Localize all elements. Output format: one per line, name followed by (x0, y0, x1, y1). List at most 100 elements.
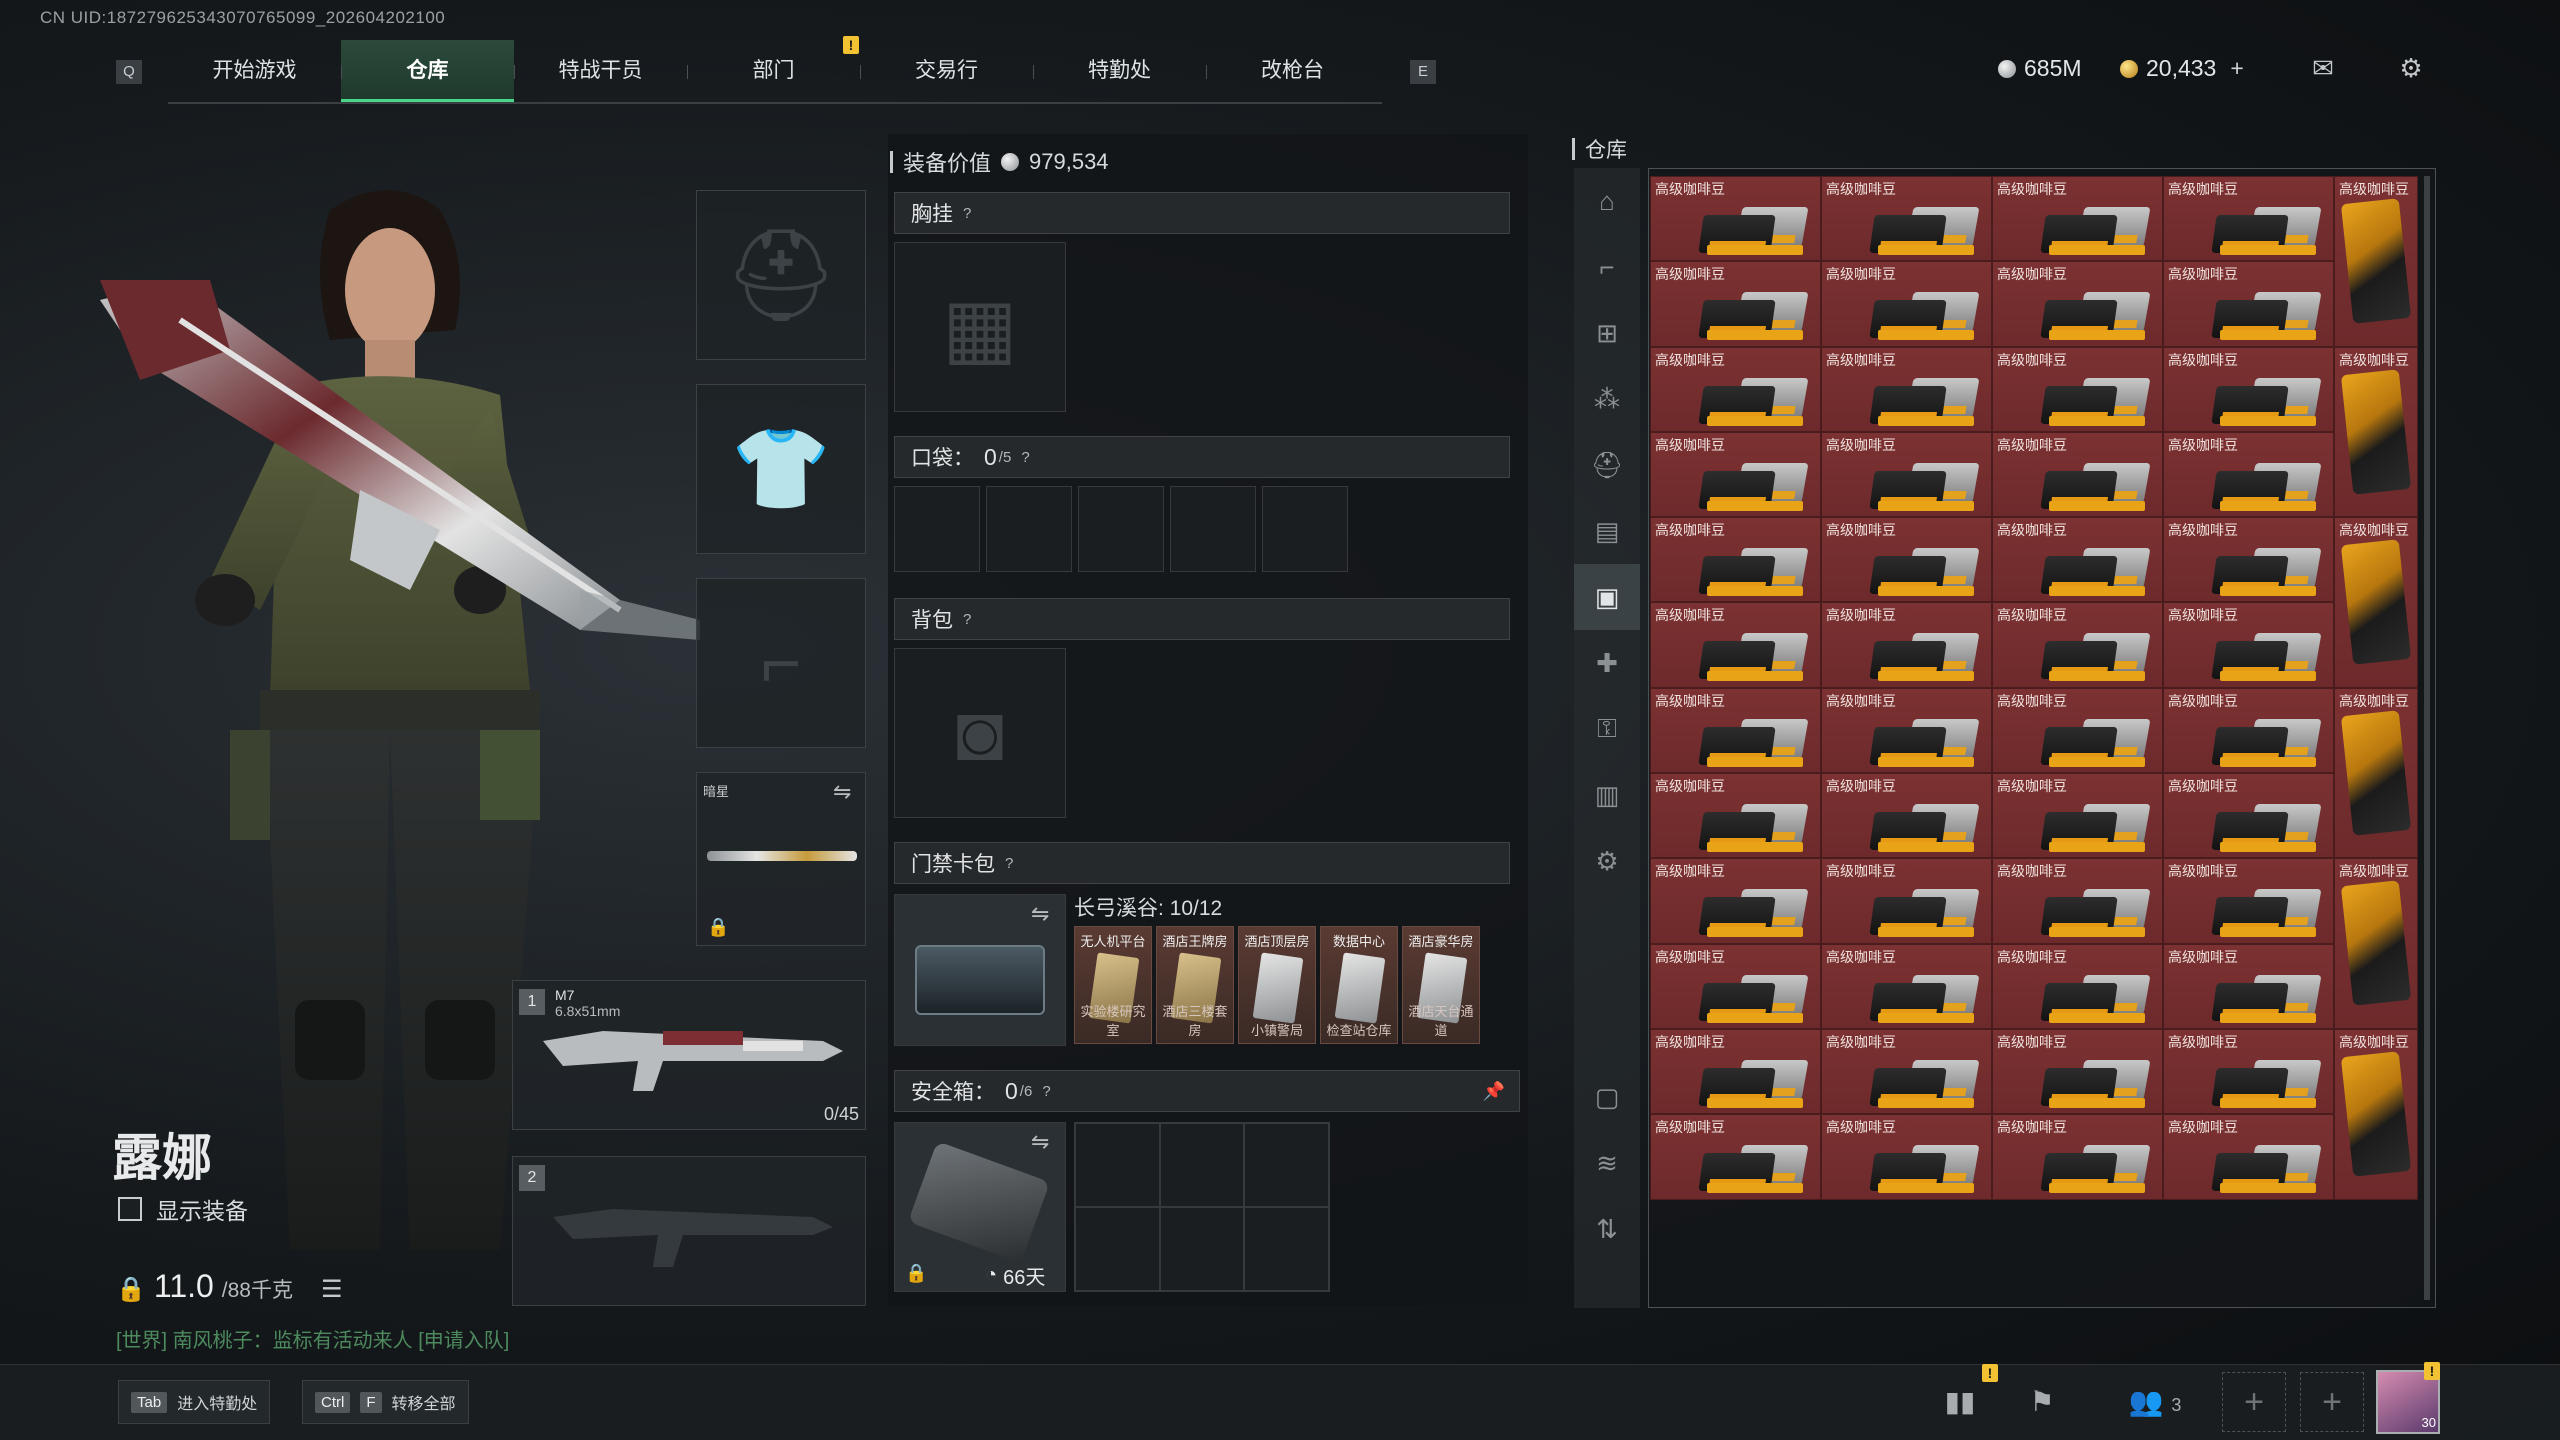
safe-box-cell[interactable] (1075, 1207, 1160, 1291)
category-containers-icon[interactable]: ▥ (1574, 762, 1640, 828)
warehouse-item[interactable]: 高级咖啡豆 (2163, 602, 2334, 688)
tab-start-game[interactable]: 开始游戏 (168, 40, 341, 102)
pocket-slot[interactable] (1078, 486, 1164, 572)
access-card[interactable]: 无人机平台 实验楼研究室 (1074, 926, 1152, 1044)
gear-icon[interactable]: ⚙ (2394, 54, 2428, 82)
tab-special-ops[interactable]: 特勤处 (1033, 40, 1206, 102)
pin-icon[interactable]: 📌 (1483, 1081, 1505, 1102)
safe-box-cell[interactable] (1075, 1123, 1160, 1207)
warehouse-item[interactable]: 高级咖啡豆 (1650, 176, 1821, 262)
mail-icon[interactable]: ✉ (2306, 54, 2340, 82)
invite-slot-button[interactable]: + (2222, 1372, 2286, 1432)
warehouse-item[interactable]: 高级咖啡豆 (2163, 261, 2334, 347)
warehouse-item[interactable]: 高级咖啡豆 (1650, 261, 1821, 347)
warehouse-item[interactable]: 高级咖啡豆 (2163, 858, 2334, 944)
tab-gunsmith[interactable]: 改枪台 (1206, 40, 1379, 102)
category-all-icon[interactable]: ⌂ (1574, 168, 1640, 234)
warehouse-item[interactable]: 高级咖啡豆 (2163, 687, 2334, 774)
safe-box-slot[interactable]: ⇋ 🔒 ◔ 66天 (894, 1122, 1066, 1292)
warehouse-item[interactable]: 高级咖啡豆 (1821, 1028, 1992, 1115)
tab-department[interactable]: 部门 (687, 40, 860, 102)
category-armor-icon[interactable]: ▤ (1574, 498, 1640, 564)
warehouse-item[interactable]: 高级咖啡豆 (1992, 858, 2163, 944)
warehouse-item[interactable]: 高级咖啡豆 (1992, 773, 2163, 859)
category-medical-icon[interactable]: ✚ (1574, 630, 1640, 696)
pocket-slot[interactable] (986, 486, 1072, 572)
warehouse-item[interactable]: 高级咖啡豆 (1821, 431, 1992, 518)
warehouse-item[interactable]: 高级咖啡豆 (2334, 687, 2418, 859)
safe-box-cell[interactable] (1244, 1123, 1329, 1207)
show-equipment-checkbox[interactable] (118, 1197, 142, 1221)
warehouse-item[interactable]: 高级咖啡豆 (1821, 773, 1992, 859)
category-sort-icon[interactable]: ⇅ (1574, 1196, 1640, 1262)
add-gold-button[interactable]: + (2230, 55, 2243, 82)
warehouse-item[interactable]: 高级咖啡豆 (1821, 517, 1992, 603)
warehouse-item[interactable]: 高级咖啡豆 (1992, 431, 2163, 518)
keycard-case-slot[interactable]: ⇋ (894, 894, 1066, 1046)
swap-icon[interactable]: ⇋ (833, 779, 851, 805)
warehouse-item[interactable]: 高级咖啡豆 (1992, 687, 2163, 774)
warehouse-item[interactable]: 高级咖啡豆 (2334, 1028, 2418, 1200)
warehouse-item[interactable]: 高级咖啡豆 (1650, 1028, 1821, 1115)
helmet-slot[interactable]: ⛑ (696, 190, 866, 360)
backpack-slot[interactable]: ◙ (894, 648, 1066, 818)
safe-box-cell[interactable] (1159, 1207, 1245, 1291)
warehouse-item[interactable]: 高级咖啡豆 (2163, 773, 2334, 859)
warehouse-item[interactable]: 高级咖啡豆 (1650, 687, 1821, 774)
enter-special-ops-button[interactable]: Tab 进入特勤处 (118, 1380, 271, 1424)
warehouse-item[interactable]: 高级咖啡豆 (2334, 858, 2418, 1029)
warehouse-item[interactable]: 高级咖啡豆 (1992, 261, 2163, 347)
warehouse-item[interactable]: 高级咖啡豆 (2163, 346, 2334, 432)
warehouse-item[interactable]: 高级咖啡豆 (1821, 1114, 1992, 1200)
help-icon[interactable]: ? (963, 205, 971, 222)
warehouse-item[interactable]: 高级咖啡豆 (2334, 176, 2418, 347)
friends-button[interactable]: 👥 3 (2110, 1380, 2200, 1424)
warehouse-item[interactable]: 高级咖啡豆 (1821, 687, 1992, 774)
show-equipment-toggle[interactable]: 显示装备 (118, 1192, 248, 1226)
category-weapons-icon[interactable]: ⌐ (1574, 234, 1640, 300)
help-icon[interactable]: ? (1042, 1083, 1050, 1100)
warehouse-item[interactable]: 高级咖啡豆 (1650, 858, 1821, 944)
access-card[interactable]: 酒店王牌房 酒店三楼套房 (1156, 926, 1234, 1044)
swap-icon[interactable]: ⇋ (1031, 901, 1049, 927)
category-helmet-icon[interactable]: ⛑ (1574, 432, 1640, 498)
category-collectibles-icon[interactable]: ▣ (1574, 564, 1640, 630)
warehouse-item[interactable]: 高级咖啡豆 (1821, 346, 1992, 432)
warehouse-item[interactable]: 高级咖啡豆 (1992, 1114, 2163, 1200)
help-icon[interactable]: ? (963, 611, 971, 628)
warehouse-item[interactable]: 高级咖啡豆 (1650, 773, 1821, 859)
warehouse-item[interactable]: 高级咖啡豆 (2334, 346, 2418, 518)
warehouse-item[interactable]: 高级咖啡豆 (1992, 176, 2163, 262)
warehouse-item[interactable]: 高级咖啡豆 (1650, 943, 1821, 1029)
warehouse-item[interactable]: 高级咖啡豆 (2334, 517, 2418, 688)
pocket-slot[interactable] (1262, 486, 1348, 572)
warehouse-item[interactable]: 高级咖啡豆 (2163, 517, 2334, 603)
warehouse-item[interactable]: 高级咖啡豆 (2163, 1114, 2334, 1200)
transfer-all-button[interactable]: Ctrl F 转移全部 (302, 1380, 469, 1424)
warehouse-item[interactable]: 高级咖啡豆 (1821, 602, 1992, 688)
tab-trade[interactable]: 交易行 (860, 40, 1033, 102)
world-chat-message[interactable]: [世界] 南风桃子：监标有活动来人 [申请入队] (116, 1324, 509, 1353)
primary-weapon-slot[interactable]: 1 M7 6.8x51mm 0/45 (512, 980, 866, 1130)
safe-box-cell[interactable] (1159, 1123, 1245, 1207)
access-card[interactable]: 数据中心 检查站仓库 (1320, 926, 1398, 1044)
warehouse-item[interactable]: 高级咖啡豆 (1992, 517, 2163, 603)
tab-operators[interactable]: 特战干员 (514, 40, 687, 102)
warehouse-item[interactable]: 高级咖啡豆 (1650, 346, 1821, 432)
nav-prev-key[interactable]: Q (116, 60, 142, 84)
warehouse-item[interactable]: 高级咖啡豆 (1992, 943, 2163, 1029)
nav-next-key[interactable]: E (1410, 60, 1436, 84)
help-icon[interactable]: ? (1021, 449, 1029, 466)
category-layers-icon[interactable]: ≋ (1574, 1130, 1640, 1196)
flag-icon[interactable]: ⚑ (2012, 1380, 2072, 1424)
category-keys-icon[interactable]: ⚿ (1574, 696, 1640, 762)
warehouse-item[interactable]: 高级咖啡豆 (2163, 431, 2334, 518)
warehouse-item[interactable]: 高级咖啡豆 (1821, 858, 1992, 944)
warehouse-scrollbar[interactable] (2424, 176, 2430, 1300)
warehouse-item[interactable]: 高级咖啡豆 (2163, 176, 2334, 262)
tab-warehouse[interactable]: 仓库 (341, 40, 514, 102)
warehouse-item[interactable]: 高级咖啡豆 (1821, 176, 1992, 262)
secondary-weapon-slot[interactable]: 2 (512, 1156, 866, 1306)
swap-icon[interactable]: ⇋ (1031, 1129, 1049, 1155)
armor-slot[interactable]: 👕 (696, 384, 866, 554)
